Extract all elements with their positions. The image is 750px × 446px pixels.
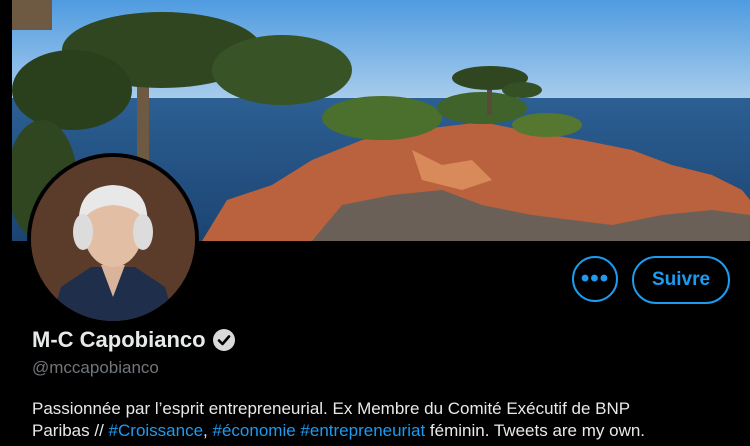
hashtag-entrepreneuriat[interactable]: #entrepreneuriat bbox=[300, 421, 425, 440]
verified-badge-icon[interactable] bbox=[212, 328, 236, 352]
hashtag-croissance[interactable]: #Croissance bbox=[109, 421, 204, 440]
user-handle: @mccapobianco bbox=[32, 358, 159, 377]
follow-button[interactable]: Suivre bbox=[632, 256, 730, 304]
bio-line-2: Paribas // #Croissance, #économie #entre… bbox=[32, 420, 732, 442]
avatar-frame[interactable] bbox=[27, 153, 199, 325]
profile-bio: Passionnée par l’esprit entrepreneurial.… bbox=[32, 398, 732, 442]
avatar[interactable] bbox=[31, 157, 195, 321]
more-options-icon: ••• bbox=[580, 265, 610, 292]
bio-line-1: Passionnée par l’esprit entrepreneurial.… bbox=[32, 399, 631, 418]
display-name: M-C Capobianco bbox=[32, 327, 206, 352]
bio-comma: , bbox=[203, 421, 208, 440]
left-border bbox=[0, 0, 12, 446]
bio-text: Paribas // bbox=[32, 421, 104, 440]
hashtag-economie[interactable]: #économie bbox=[213, 421, 296, 440]
follow-button-label: Suivre bbox=[651, 269, 711, 290]
more-options-button[interactable]: ••• bbox=[572, 256, 618, 302]
bio-text-end: féminin. Tweets are my own. bbox=[429, 421, 646, 440]
display-name-row: M-C Capobianco bbox=[32, 327, 236, 353]
